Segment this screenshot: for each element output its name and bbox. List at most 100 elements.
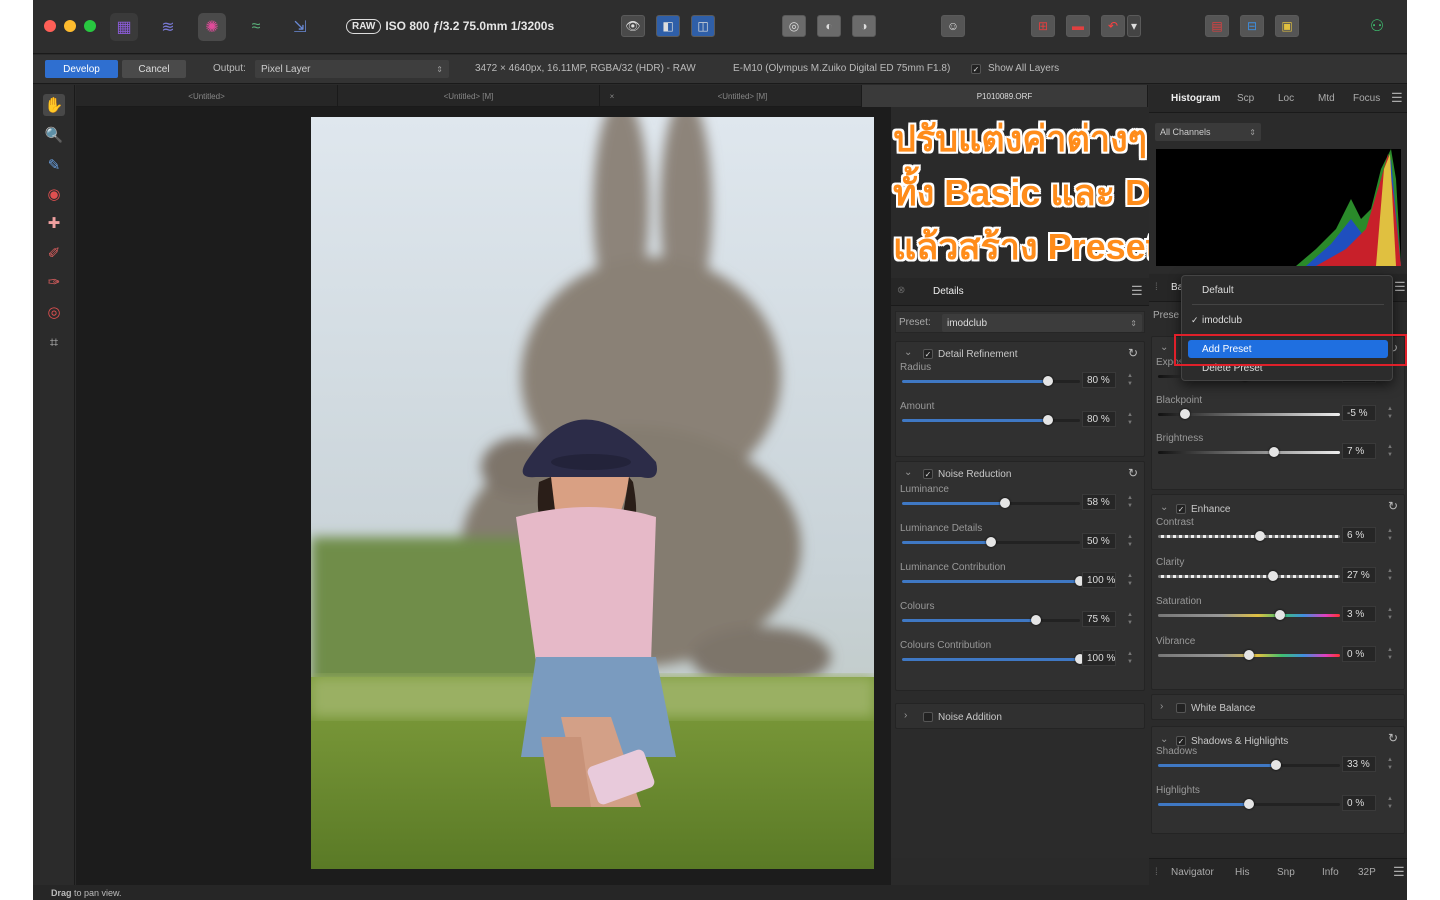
noise-addition-checkbox[interactable] — [923, 712, 933, 722]
blackpoint-slider[interactable] — [1158, 409, 1340, 419]
chevron-down-icon[interactable]: ⌄ — [1160, 734, 1168, 745]
preset-menu-item-add-bg[interactable]: Add Preset — [1188, 340, 1388, 358]
chevron-down-icon[interactable]: ⌄ — [904, 467, 912, 478]
export-persona-icon[interactable]: ⇲ — [286, 13, 314, 41]
overlay-erase-icon[interactable]: ✑ — [43, 271, 65, 293]
contrast-value[interactable]: 6 % — [1342, 527, 1376, 543]
colours-value[interactable]: 75 % — [1082, 611, 1116, 627]
tab-untitled-2[interactable]: <Untitled> [M] — [338, 85, 600, 107]
saturation-stepper[interactable]: ▲ ▼ — [1386, 606, 1394, 622]
luminance-contribution-value[interactable]: 100 % — [1082, 572, 1116, 588]
tab-untitled-1[interactable]: <Untitled> — [76, 85, 338, 107]
contrast-slider-knob[interactable] — [1254, 531, 1265, 541]
blackpoint-value[interactable]: -5 % — [1342, 405, 1376, 421]
tab-location[interactable]: Loc — [1278, 93, 1294, 104]
split-view-icon[interactable]: ◧ — [656, 15, 680, 37]
reset-icon[interactable]: ↻ — [1128, 346, 1138, 360]
luminance-details-slider[interactable] — [902, 537, 1080, 547]
output-select[interactable]: Pixel Layer ⇕ — [255, 60, 449, 78]
assistant-icon[interactable]: ☺ — [941, 15, 965, 37]
tab-info[interactable]: Info — [1322, 867, 1339, 878]
clarity-slider[interactable] — [1158, 570, 1340, 581]
contrast-stepper[interactable]: ▲ ▼ — [1386, 527, 1394, 543]
snapshot-icon[interactable]: ▤ — [1205, 15, 1229, 37]
highlights-slider[interactable] — [1158, 798, 1340, 809]
luminance-slider[interactable] — [902, 498, 1080, 508]
luminance-contribution-stepper[interactable]: ▲ ▼ — [1126, 572, 1134, 588]
brightness-slider-knob[interactable] — [1269, 447, 1280, 457]
close-panel-icon[interactable]: ⊗ — [897, 285, 905, 296]
show-layers-checkbox[interactable]: ✓ — [971, 64, 981, 74]
preset-menu-item-add[interactable]: Add Preset — [1202, 344, 1251, 355]
overlay-paint-icon[interactable]: ✐ — [43, 242, 65, 264]
highlights-slider-knob[interactable] — [1244, 798, 1254, 809]
tab-history[interactable]: His — [1235, 867, 1249, 878]
colours-contribution-value[interactable]: 100 % — [1082, 650, 1116, 666]
amount-stepper[interactable]: ▲ ▼ — [1126, 411, 1134, 427]
blackpoint-stepper[interactable]: ▲ ▼ — [1386, 405, 1394, 421]
undo-icon[interactable]: ↶ — [1101, 15, 1125, 37]
shadows-value[interactable]: 33 % — [1342, 756, 1376, 772]
amount-slider[interactable] — [902, 415, 1080, 425]
preset-menu-item-default[interactable]: Default — [1202, 285, 1234, 296]
shadows-slider[interactable] — [1158, 760, 1340, 770]
panel-menu-icon[interactable]: ☰ — [1394, 279, 1406, 295]
zoom-icon[interactable]: 🔍 — [43, 124, 65, 146]
panel-menu-icon[interactable]: ☰ — [1131, 283, 1143, 299]
vibrance-stepper[interactable]: ▲ ▼ — [1386, 646, 1394, 662]
eye-icon[interactable]: 👁 — [621, 15, 645, 37]
vibrance-slider[interactable] — [1158, 649, 1340, 660]
luminance-stepper[interactable]: ▲ ▼ — [1126, 494, 1134, 510]
chevron-down-icon[interactable]: ⌄ — [1160, 342, 1168, 353]
photo-persona-icon[interactable]: ▦ — [110, 13, 138, 41]
channel-select[interactable]: All Channels ⇕ — [1155, 123, 1261, 141]
photo-image[interactable] — [311, 117, 874, 869]
luminance-contribution-slider[interactable] — [902, 576, 1085, 586]
highlights-clip-icon[interactable]: ◑ — [852, 15, 876, 37]
chevron-down-icon[interactable]: ▾ — [1127, 15, 1141, 37]
luminance-details-stepper[interactable]: ▲ ▼ — [1126, 533, 1134, 549]
vibrance-slider-knob[interactable] — [1244, 649, 1254, 660]
brightness-value[interactable]: 7 % — [1342, 443, 1376, 459]
radius-slider[interactable] — [902, 376, 1080, 386]
minimize-window-button[interactable] — [64, 20, 76, 32]
develop-button[interactable]: Develop — [45, 60, 118, 78]
mirror-view-icon[interactable]: ◫ — [691, 15, 715, 37]
colours-contribution-slider[interactable] — [902, 654, 1085, 664]
luminance-slider-knob[interactable] — [1000, 498, 1011, 508]
tab-histogram[interactable]: Histogram — [1171, 93, 1220, 104]
chevron-down-icon[interactable]: ⌄ — [904, 347, 912, 358]
radius-slider-knob[interactable] — [1042, 376, 1053, 386]
crop-icon[interactable]: ⌗ — [43, 331, 65, 353]
clipping-icon[interactable]: ◎ — [782, 15, 806, 37]
preset-menu-item-delete[interactable]: Delete Preset — [1202, 363, 1263, 373]
shadows-slider-knob[interactable] — [1271, 760, 1282, 770]
tab-metadata[interactable]: Mtd — [1318, 93, 1335, 104]
colours-slider[interactable] — [902, 615, 1080, 625]
blemish-icon[interactable]: ✚ — [43, 212, 65, 234]
gradient-overlay-icon[interactable]: ◎ — [43, 301, 65, 323]
chevron-right-icon[interactable]: › — [904, 710, 907, 721]
tab-32p[interactable]: 32P — [1358, 867, 1376, 878]
overlay-icon[interactable]: ▣ — [1275, 15, 1299, 37]
close-window-button[interactable] — [44, 20, 56, 32]
panel-menu-icon[interactable]: ☰ — [1393, 864, 1405, 880]
blackpoint-slider-knob[interactable] — [1180, 409, 1191, 419]
white-balance-picker-icon[interactable]: ✎ — [43, 154, 65, 176]
account-icon[interactable]: ⚇ — [1365, 15, 1389, 37]
luminance-value[interactable]: 58 % — [1082, 494, 1116, 510]
luminance-details-value[interactable]: 50 % — [1082, 533, 1116, 549]
close-tab-icon[interactable]: × — [600, 85, 624, 107]
tab-untitled-3[interactable]: <Untitled> [M] — [624, 85, 862, 107]
liquify-persona-icon[interactable]: ≋ — [154, 13, 182, 41]
white-balance-checkbox[interactable] — [1176, 703, 1186, 713]
details-preset-select[interactable]: imodclub ⇕ — [942, 314, 1142, 332]
luminance-details-slider-knob[interactable] — [986, 537, 996, 547]
brightness-slider[interactable] — [1158, 447, 1340, 457]
enhance-checkbox[interactable]: ✓ — [1176, 504, 1186, 514]
tab-snapshots[interactable]: Snp — [1277, 867, 1295, 878]
saturation-value[interactable]: 3 % — [1342, 606, 1376, 622]
colours-contribution-stepper[interactable]: ▲ ▼ — [1126, 650, 1134, 666]
amount-slider-knob[interactable] — [1042, 415, 1053, 425]
clarity-value[interactable]: 27 % — [1342, 566, 1376, 583]
